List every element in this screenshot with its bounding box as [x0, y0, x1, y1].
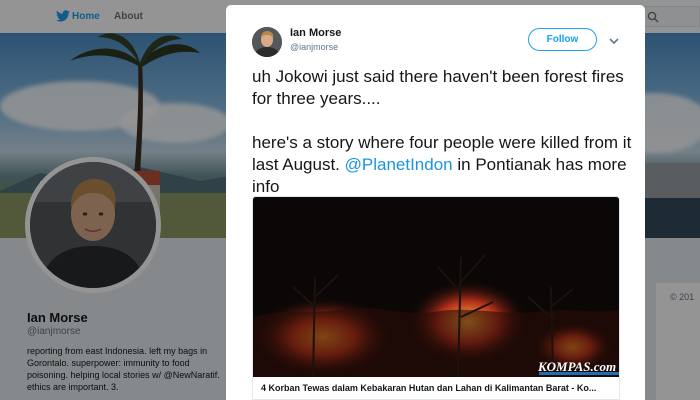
tweet-text: uh Jokowi just said there haven't been f… — [252, 66, 632, 198]
tweet-modal: Ian Morse @ianjmorse Follow uh Jokowi ju… — [226, 5, 645, 400]
tweet-text-line1: uh Jokowi just said there haven't been f… — [252, 67, 624, 108]
link-card[interactable]: KOMPAS.com 4 Korban Tewas dalam Kebakara… — [252, 196, 620, 400]
follow-button[interactable]: Follow — [528, 28, 597, 51]
tweet-author-avatar[interactable] — [252, 27, 282, 57]
link-card-image[interactable]: KOMPAS.com — [253, 197, 619, 377]
tweet-author-name[interactable]: Ian Morse — [290, 27, 341, 39]
link-card-title[interactable]: 4 Korban Tewas dalam Kebakaran Hutan dan… — [261, 383, 617, 393]
tweet-author-handle[interactable]: @ianjmorse — [290, 42, 338, 52]
forest-fire-photo — [253, 197, 619, 377]
mention-link[interactable]: @PlanetIndon — [345, 155, 453, 174]
chevron-down-icon[interactable] — [608, 35, 620, 47]
tweet-text-line2: here's a story where four people were ki… — [252, 132, 632, 198]
avatar-thumbnail — [252, 27, 282, 57]
watermark-bar — [539, 372, 619, 375]
